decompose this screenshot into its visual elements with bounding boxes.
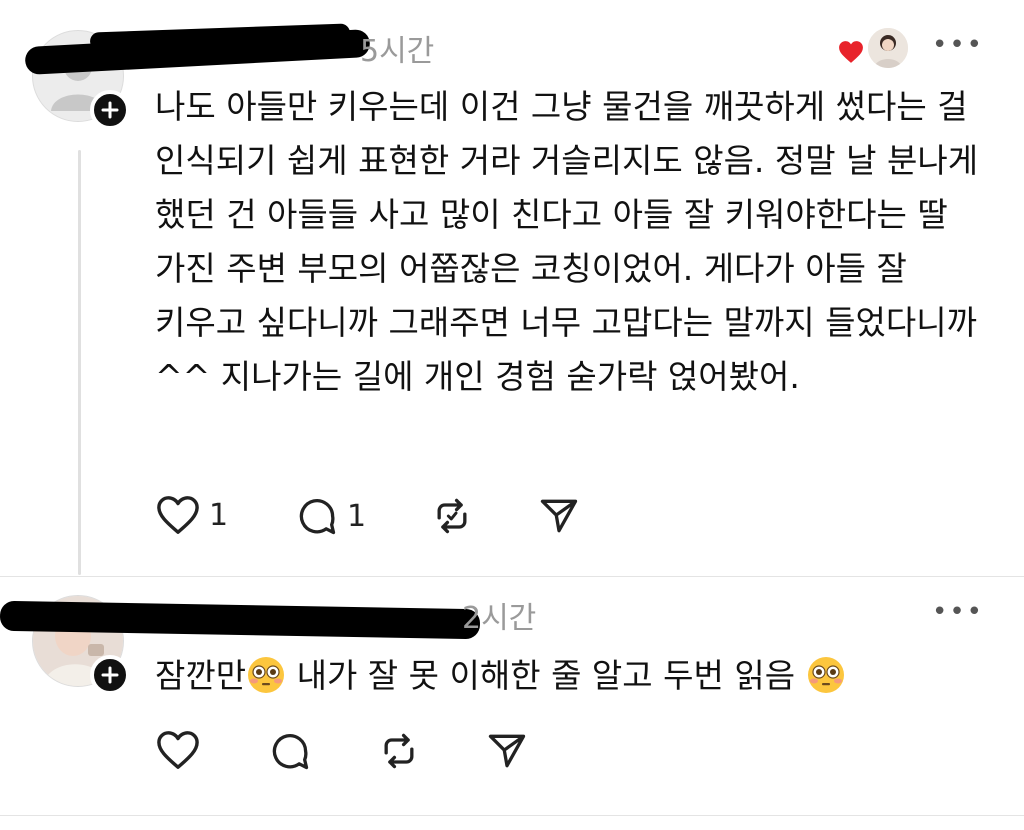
comment-bubble-icon (299, 499, 336, 535)
follow-button[interactable] (90, 655, 130, 695)
share-button[interactable] (485, 729, 529, 773)
comment-1: 5시간 ••• 나도 아들만 키우는데 이건 그냥 물건을 깨끗하게 썼다는 걸… (0, 0, 1024, 575)
send-icon (488, 734, 526, 768)
plus-icon (101, 101, 119, 119)
liker-avatar (866, 26, 910, 70)
heart-filled-icon (839, 41, 863, 63)
comment-text: 잠깐만 내가 잘 못 이해한 줄 알고 두번 읽음 (155, 649, 995, 703)
flushed-face-emoji (807, 657, 844, 693)
reply-button[interactable] (268, 729, 312, 773)
send-icon (540, 499, 578, 533)
repost-button[interactable] (377, 729, 421, 773)
timestamp: 2시간 (462, 601, 537, 636)
reply-button[interactable]: 1 (295, 494, 366, 538)
action-bar: 1 1 (155, 494, 615, 546)
heart-outline-icon (157, 496, 199, 534)
like-count: 1 (209, 497, 229, 533)
comment-text: 나도 아들만 키우는데 이건 그냥 물건을 깨끗하게 썼다는 걸 인식되기 쉽게… (155, 87, 979, 396)
comment-2: 2시간 ••• 잠깐만 내가 잘 못 이해한 줄 알고 두번 읽음 (0, 577, 1024, 830)
share-button[interactable] (537, 494, 581, 538)
plus-icon (101, 666, 119, 684)
timestamp: 5시간 (360, 34, 435, 69)
heart-outline-icon (157, 731, 199, 769)
more-options-button[interactable]: ••• (932, 30, 984, 60)
repost-icon (384, 733, 414, 769)
comment-text-part-2: 내가 잘 못 이해한 줄 알고 두번 읽음 (286, 656, 796, 695)
like-button[interactable] (155, 729, 201, 771)
reply-count: 1 (347, 498, 367, 534)
more-options-button[interactable]: ••• (932, 597, 984, 627)
comment-bubble-icon (272, 734, 309, 770)
repost-icon (437, 498, 467, 534)
flushed-face-emoji (248, 657, 285, 693)
thread-line (78, 150, 81, 575)
author-liked (839, 26, 910, 72)
bottom-divider (0, 815, 1024, 816)
comment-text-part-1: 잠깐만 (155, 656, 247, 695)
repost-button[interactable] (430, 494, 474, 538)
action-bar (155, 729, 555, 781)
like-button[interactable]: 1 (155, 494, 228, 536)
follow-button[interactable] (90, 90, 130, 130)
